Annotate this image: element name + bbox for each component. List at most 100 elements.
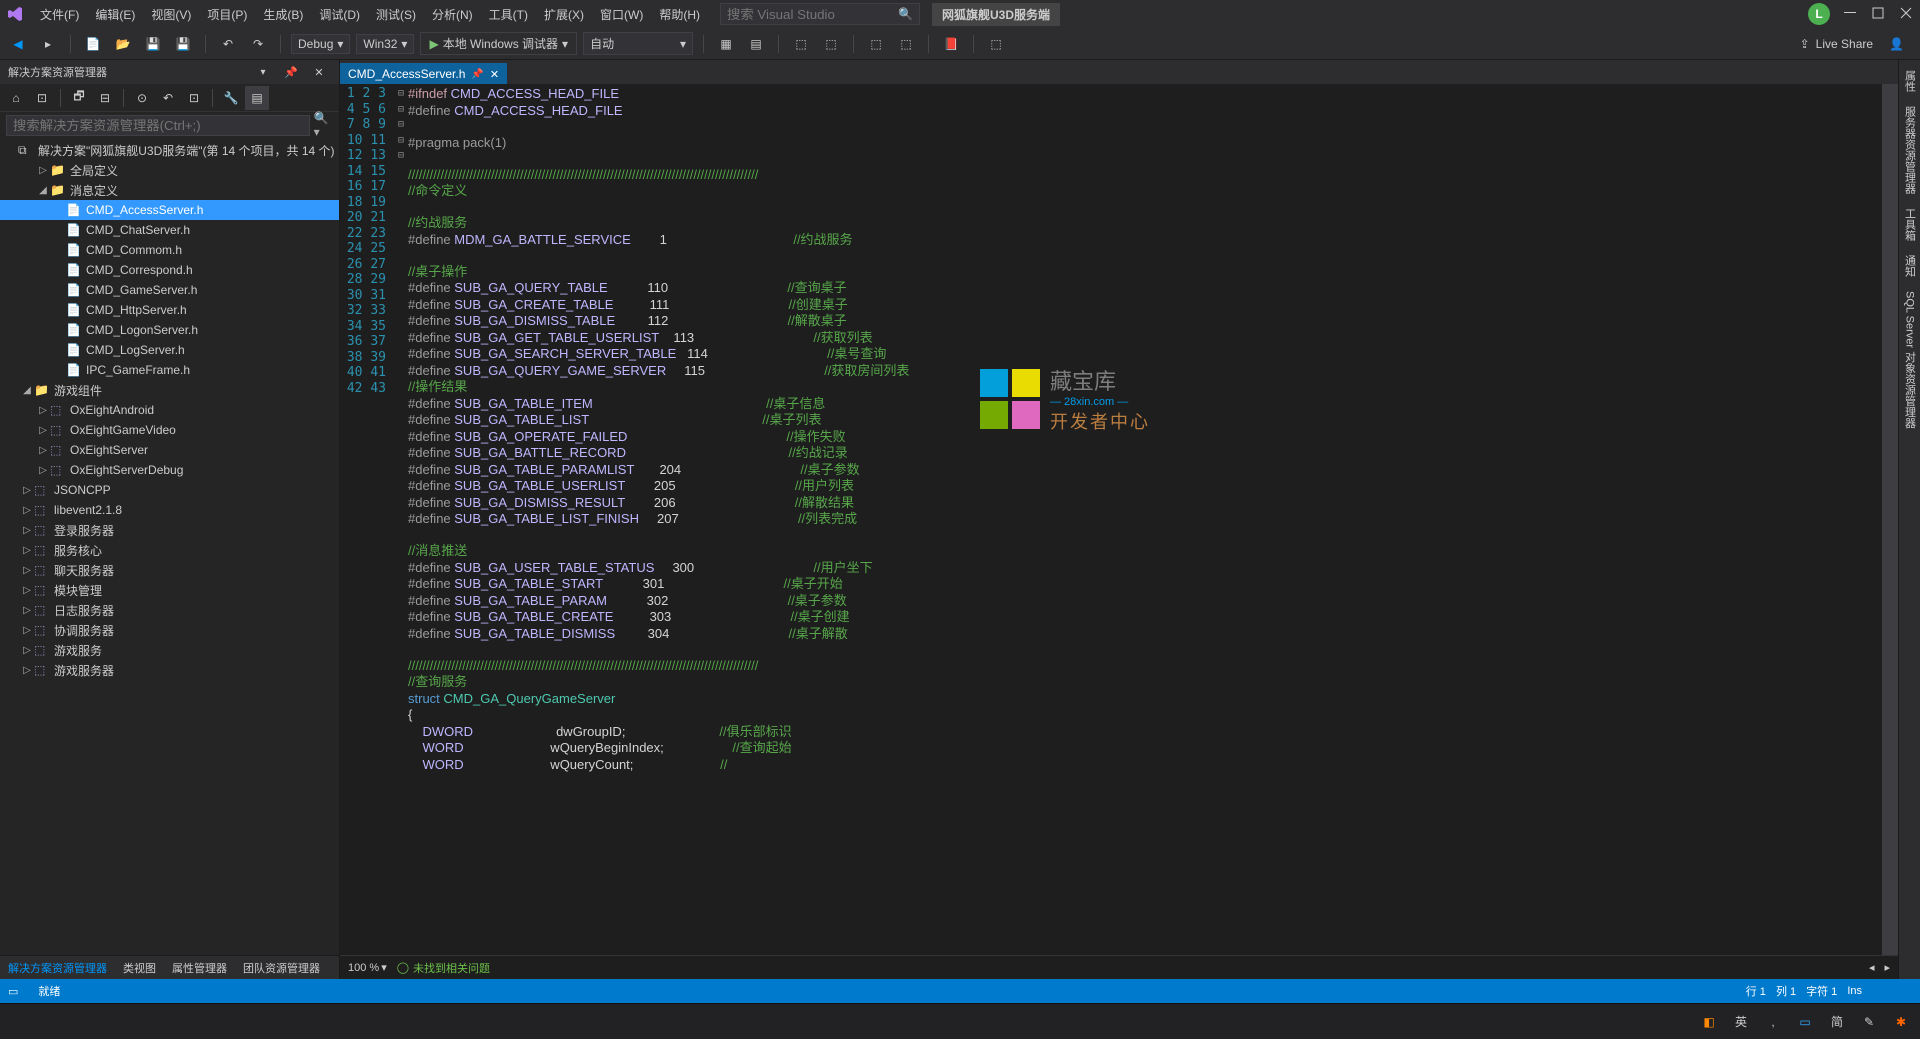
- side-tab[interactable]: 属性: [1900, 64, 1920, 98]
- fold-column[interactable]: ⊟ ⊟ ⊟ ⊟ ⊟: [394, 84, 408, 955]
- menu-item[interactable]: 测试(S): [368, 3, 424, 26]
- platform-dropdown[interactable]: Win32▾: [356, 34, 414, 54]
- tray-icon[interactable]: ,: [1762, 1011, 1784, 1033]
- tree-row[interactable]: ▷⬚OxEightServer: [0, 440, 339, 460]
- undo-icon[interactable]: ↶: [216, 32, 240, 56]
- tree-row[interactable]: ▷⬚JSONCPP: [0, 480, 339, 500]
- tree-row[interactable]: 📄CMD_HttpServer.h: [0, 300, 339, 320]
- tree-row[interactable]: ▷⬚协调服务器: [0, 620, 339, 640]
- twister-icon[interactable]: ▷: [20, 505, 34, 516]
- tree-row[interactable]: 📄CMD_LogServer.h: [0, 340, 339, 360]
- solution-tree[interactable]: ⧉解决方案"网狐旗舰U3D服务端"(第 14 个项目，共 14 个)▷📁全局定义…: [0, 138, 339, 955]
- tree-row[interactable]: ⧉解决方案"网狐旗舰U3D服务端"(第 14 个项目，共 14 个): [0, 140, 339, 160]
- tb-icon-1[interactable]: ▦: [714, 32, 738, 56]
- menu-item[interactable]: 扩展(X): [536, 3, 592, 26]
- tray-icon[interactable]: ✱: [1890, 1011, 1912, 1033]
- menu-item[interactable]: 窗口(W): [592, 3, 651, 26]
- pin-icon[interactable]: 📌: [279, 60, 303, 84]
- show-all-icon[interactable]: ⊙: [130, 86, 154, 110]
- auto-dropdown[interactable]: 自动▾: [583, 32, 693, 55]
- menu-item[interactable]: 生成(B): [255, 3, 311, 26]
- refresh-icon[interactable]: 🗗: [67, 86, 91, 110]
- tray-icon[interactable]: ◧: [1698, 1011, 1720, 1033]
- tree-row[interactable]: ▷⬚游戏服务: [0, 640, 339, 660]
- side-tab[interactable]: SQL Server 对象资源管理器: [1900, 285, 1920, 434]
- tree-row[interactable]: ▷⬚libevent2.1.8: [0, 500, 339, 520]
- tree-row[interactable]: ◢📁消息定义: [0, 180, 339, 200]
- tree-row[interactable]: 📄CMD_ChatServer.h: [0, 220, 339, 240]
- nav-next-icon[interactable]: ▸: [1884, 961, 1890, 974]
- maximize-icon[interactable]: [1872, 7, 1886, 21]
- redo-icon[interactable]: ↷: [246, 32, 270, 56]
- new-proj-icon[interactable]: 📄: [81, 32, 105, 56]
- tree-row[interactable]: ▷⬚聊天服务器: [0, 560, 339, 580]
- status-ins[interactable]: Ins: [1847, 985, 1862, 997]
- side-tab[interactable]: 通知: [1900, 249, 1920, 283]
- twister-icon[interactable]: ◢: [20, 385, 34, 396]
- tree-row[interactable]: ▷⬚日志服务器: [0, 600, 339, 620]
- no-issues-indicator[interactable]: ◯未找到相关问题: [397, 960, 490, 976]
- ime-icon[interactable]: 英: [1730, 1011, 1752, 1033]
- tray-icon[interactable]: ✎: [1858, 1011, 1880, 1033]
- zoom-dropdown[interactable]: 100 %▾: [348, 961, 387, 974]
- tree-row[interactable]: ▷⬚OxEightAndroid: [0, 400, 339, 420]
- tree-row[interactable]: 📄CMD_Correspond.h: [0, 260, 339, 280]
- close-icon[interactable]: ✕: [490, 68, 499, 81]
- tree-row[interactable]: 📄CMD_Commom.h: [0, 240, 339, 260]
- tree-row[interactable]: ▷⬚登录服务器: [0, 520, 339, 540]
- panel-tab[interactable]: 团队资源管理器: [235, 957, 328, 979]
- menu-item[interactable]: 视图(V): [143, 3, 199, 26]
- menu-item[interactable]: 调试(D): [311, 3, 368, 26]
- twister-icon[interactable]: ▷: [20, 565, 34, 576]
- nav-prev-icon[interactable]: ◂: [1869, 961, 1875, 974]
- minimize-icon[interactable]: [1844, 7, 1858, 21]
- tree-row[interactable]: ▷⬚OxEightServerDebug: [0, 460, 339, 480]
- twister-icon[interactable]: ▷: [20, 525, 34, 536]
- twister-icon[interactable]: ▷: [20, 585, 34, 596]
- tray-icon[interactable]: 简: [1826, 1011, 1848, 1033]
- menu-item[interactable]: 文件(F): [32, 3, 87, 26]
- tree-row[interactable]: 📄CMD_LogonServer.h: [0, 320, 339, 340]
- panel-tab[interactable]: 类视图: [115, 957, 164, 979]
- tb-icon-8[interactable]: ⬚: [984, 32, 1008, 56]
- tree-row[interactable]: 📄CMD_GameServer.h: [0, 280, 339, 300]
- prop-icon[interactable]: ⊡: [182, 86, 206, 110]
- panel-menu-icon[interactable]: ▾: [251, 60, 275, 84]
- menu-item[interactable]: 帮助(H): [651, 3, 708, 26]
- code-editor[interactable]: 1 2 3 4 5 6 7 8 9 10 11 12 13 14 15 16 1…: [340, 84, 1898, 955]
- tb-icon-2[interactable]: ▤: [744, 32, 768, 56]
- twister-icon[interactable]: ▷: [20, 665, 34, 676]
- tree-row[interactable]: ▷⬚服务核心: [0, 540, 339, 560]
- tree-row[interactable]: ▷⬚OxEightGameVideo: [0, 420, 339, 440]
- twister-icon[interactable]: ▷: [36, 425, 50, 436]
- start-debug-button[interactable]: ▶本地 Windows 调试器▾: [420, 32, 577, 55]
- tb-icon-6[interactable]: ⬚: [894, 32, 918, 56]
- config-dropdown[interactable]: Debug▾: [291, 34, 350, 54]
- editor-tab[interactable]: CMD_AccessServer.h 📌 ✕: [340, 63, 507, 84]
- status-col[interactable]: 列 1: [1776, 983, 1796, 999]
- twister-icon[interactable]: ▷: [36, 165, 50, 176]
- twister-icon[interactable]: ▷: [36, 465, 50, 476]
- twister-icon[interactable]: ▷: [36, 405, 50, 416]
- menu-item[interactable]: 分析(N): [424, 3, 481, 26]
- save-icon[interactable]: 💾: [141, 32, 165, 56]
- panel-tab[interactable]: 属性管理器: [164, 957, 235, 979]
- close-icon[interactable]: ✕: [307, 60, 331, 84]
- tray-icon[interactable]: ▭: [1794, 1011, 1816, 1033]
- tb-icon-7[interactable]: 📕: [939, 32, 963, 56]
- box-icon[interactable]: ▭: [8, 985, 18, 998]
- menu-item[interactable]: 编辑(E): [87, 3, 143, 26]
- twister-icon[interactable]: ▷: [20, 485, 34, 496]
- scrollbar-v[interactable]: [1882, 84, 1898, 955]
- save-all-icon[interactable]: 💾: [171, 32, 195, 56]
- status-char[interactable]: 字符 1: [1806, 983, 1837, 999]
- tree-row[interactable]: ▷⬚游戏服务器: [0, 660, 339, 680]
- status-line[interactable]: 行 1: [1746, 983, 1766, 999]
- tb-icon-4[interactable]: ⬚: [819, 32, 843, 56]
- panel-search-input[interactable]: [6, 115, 310, 136]
- menu-item[interactable]: 项目(P): [199, 3, 255, 26]
- tree-row[interactable]: ◢📁游戏组件: [0, 380, 339, 400]
- tree-row[interactable]: 📄CMD_AccessServer.h: [0, 200, 339, 220]
- home-icon[interactable]: ⌂: [4, 86, 28, 110]
- twister-icon[interactable]: ◢: [36, 185, 50, 196]
